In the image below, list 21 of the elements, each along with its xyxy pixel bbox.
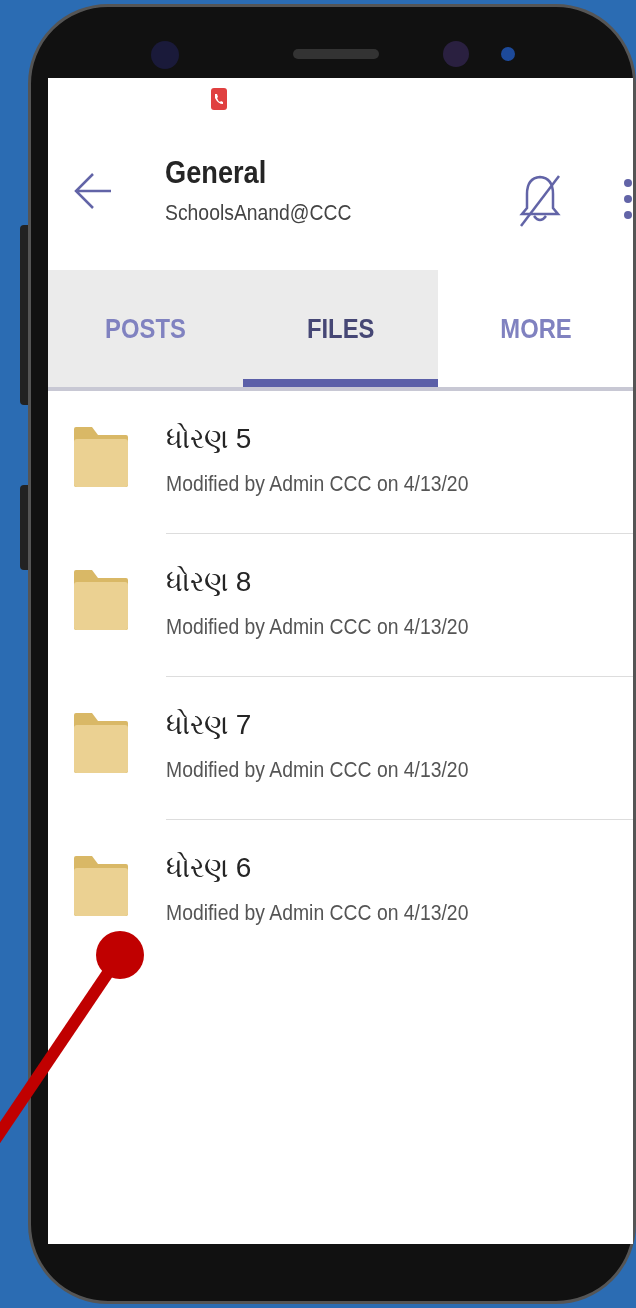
missed-call-notification-icon — [211, 88, 227, 110]
folder-name[interactable]: ધોરણ 5 — [166, 419, 252, 459]
folder-name[interactable]: ધોરણ 6 — [166, 848, 252, 888]
folder-icon — [74, 570, 128, 630]
folder-icon — [74, 427, 128, 487]
back-arrow-icon[interactable] — [73, 172, 113, 210]
modified-info: Modified by Admin CCC on 4/13/20 — [166, 613, 469, 641]
sensor-icon — [501, 47, 515, 61]
folder-name[interactable]: ધોરણ 7 — [166, 705, 252, 745]
camera-icon — [443, 41, 469, 67]
camera-icon — [151, 41, 179, 69]
tab[interactable]: FILES — [243, 270, 438, 387]
folder-icon — [74, 856, 128, 916]
modified-info: Modified by Admin CCC on 4/13/20 — [166, 756, 469, 784]
folder-name[interactable]: ધોરણ 8 — [166, 562, 252, 602]
modified-info: Modified by Admin CCC on 4/13/20 — [166, 899, 469, 927]
folder-icon — [74, 713, 128, 773]
team-name: SchoolsAnand@CCC — [165, 199, 353, 227]
more-options-icon[interactable] — [623, 178, 633, 220]
modified-info: Modified by Admin CCC on 4/13/20 — [166, 470, 469, 498]
channel-title: General — [165, 153, 268, 192]
